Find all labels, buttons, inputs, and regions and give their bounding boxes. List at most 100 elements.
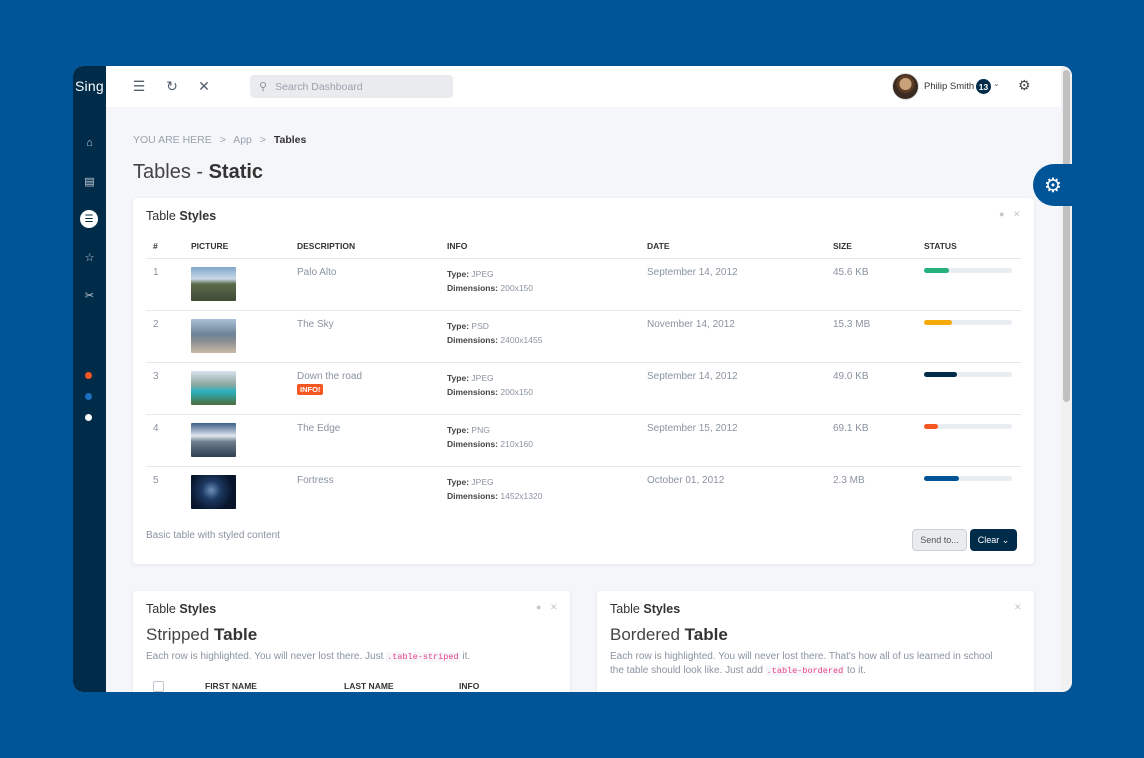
topbar: ☰ ↻ ✕ ⚲ Philip Smith 13 ⌄ ⚙ — [106, 66, 1061, 107]
scrollbar-thumb[interactable] — [1063, 70, 1070, 402]
subtitle-light: Stripped — [146, 625, 215, 644]
subtitle-bold: Table — [214, 625, 258, 644]
row-number: 4 — [146, 414, 184, 467]
notification-badge[interactable]: 13 — [976, 79, 991, 94]
user-name[interactable]: Philip Smith — [924, 81, 974, 92]
info-dimensions-label: Dimensions: — [447, 386, 499, 397]
card-title-light: Table — [146, 602, 180, 616]
column-header: PICTURE — [184, 234, 290, 259]
info-type-label: Type: — [447, 476, 470, 487]
table-row[interactable]: 5 Fortress Type: JPEG Dimensions: 1452x1… — [146, 466, 1021, 518]
picture-thumbnail[interactable] — [191, 370, 236, 405]
refresh-icon[interactable]: ↻ — [163, 78, 181, 95]
column-header: STATUS — [917, 234, 1021, 259]
scrollbar[interactable] — [1061, 66, 1072, 692]
search-box[interactable]: ⚲ — [250, 75, 453, 98]
tools-icon[interactable]: ✂ — [81, 287, 98, 304]
column-header: # — [146, 234, 184, 259]
clear-button-label: Clear — [977, 535, 1000, 545]
code-snippet: .table-striped — [386, 652, 460, 662]
size: 69.1 KB — [826, 414, 917, 467]
status-progress-fill — [924, 319, 953, 325]
avatar[interactable] — [892, 73, 919, 100]
table-styles-card: Table Styles ● ✕ # PICTURE DESCRIPTION I… — [133, 198, 1034, 564]
info-dimensions-value: 2400x1455 — [500, 334, 543, 345]
collapse-icon[interactable]: ● — [999, 209, 1004, 219]
info-type-value: JPEG — [471, 268, 494, 279]
send-to-button[interactable]: Send to... — [912, 529, 967, 551]
date: November 14, 2012 — [640, 310, 826, 363]
home-icon[interactable]: ⌂ — [81, 134, 98, 151]
description: The Sky — [290, 310, 440, 363]
picture-thumbnail[interactable] — [191, 266, 236, 301]
info-cell: Type: JPEG Dimensions: 1452x1320 — [440, 466, 640, 518]
page-title-light: Tables - — [133, 161, 209, 183]
info-dimensions-value: 210x160 — [500, 438, 534, 449]
picture-cell — [184, 414, 290, 467]
menu-icon[interactable]: ☰ — [130, 78, 148, 95]
label-dot-blue[interactable] — [85, 393, 92, 400]
close-icon[interactable]: ✕ — [1014, 602, 1022, 613]
clear-button[interactable]: Clear ⌄ — [970, 529, 1017, 551]
info-dimensions-value: 200x150 — [500, 282, 534, 293]
table-row[interactable]: 1 Palo Alto Type: JPEG Dimensions: 200x1… — [146, 258, 1021, 311]
collapse-icon[interactable]: ● — [536, 602, 541, 612]
info-dimensions-label: Dimensions: — [447, 334, 499, 345]
info-type: Type: JPEG — [447, 371, 640, 385]
status-progress-fill — [924, 475, 960, 481]
close-icon[interactable]: ✕ — [1013, 209, 1021, 220]
striped-table-title: Stripped Table — [146, 625, 257, 645]
striped-table-description: Each row is highlighted. You will never … — [146, 650, 470, 664]
document-icon[interactable]: ▤ — [81, 173, 98, 190]
description-text: the table should look like. Just add — [610, 665, 766, 676]
info-type: Type: PNG — [447, 423, 640, 437]
bordered-table-card: Table Styles ✕ Bordered Table Each row i… — [597, 591, 1034, 692]
chevron-down-icon[interactable]: ⌄ — [993, 79, 1000, 88]
label-dot-orange[interactable] — [85, 372, 92, 379]
close-icon[interactable]: ✕ — [550, 602, 558, 613]
search-icon: ⚲ — [259, 81, 268, 93]
size: 2.3 MB — [833, 474, 865, 486]
date: September 15, 2012 — [640, 414, 826, 467]
tables-icon[interactable]: ☰ — [80, 210, 98, 228]
gear-icon[interactable]: ⚙ — [1018, 77, 1031, 94]
info-dimensions-value: 1452x1320 — [500, 490, 543, 501]
card-title-light: Table — [146, 209, 180, 223]
breadcrumb-item-app[interactable]: App — [233, 134, 252, 146]
star-icon[interactable]: ☆ — [81, 249, 98, 266]
theme-settings-icon[interactable]: ⚙ — [1033, 164, 1072, 206]
info-dimensions: Dimensions: 1452x1320 — [447, 489, 640, 503]
card-title: Table Styles — [610, 602, 680, 616]
table-caption: Basic table with styled content — [146, 530, 280, 541]
label-dot-white[interactable] — [85, 414, 92, 421]
picture-thumbnail[interactable] — [191, 474, 236, 509]
picture-thumbnail[interactable] — [191, 318, 236, 353]
sidebar: Sing ⌂ ▤ ☰ ☆ ✂ — [73, 66, 106, 692]
card-title-light: Table — [610, 602, 644, 616]
info-cell: Type: JPEG Dimensions: 200x150 — [440, 362, 640, 415]
description-cell: Down the road INFO! — [290, 362, 440, 415]
table-row[interactable]: 2 The Sky Type: PSD Dimensions: 2400x145… — [146, 310, 1021, 363]
close-icon[interactable]: ✕ — [195, 78, 213, 95]
description: The Edge — [290, 414, 440, 467]
table-row[interactable]: 3 Down the road INFO! Type: JPEG Dimensi… — [146, 362, 1021, 415]
picture-cell — [184, 310, 290, 363]
row-number: 1 — [146, 258, 184, 311]
size: 49.0 KB — [826, 362, 917, 415]
picture-cell — [184, 466, 290, 518]
info-type-value: PSD — [471, 320, 489, 331]
select-all-checkbox[interactable] — [153, 681, 164, 692]
status-progress-bar — [924, 371, 1012, 377]
info-cell: Type: JPEG Dimensions: 200x150 — [440, 258, 640, 311]
table-row[interactable]: 4 The Edge Type: PNG Dimensions: 210x160… — [146, 414, 1021, 467]
column-header: INFO — [440, 234, 640, 259]
info-cell: Type: PSD Dimensions: 2400x1455 — [440, 310, 640, 363]
card-title-bold: Styles — [179, 209, 217, 223]
info-dimensions-value: 200x150 — [500, 386, 534, 397]
search-input[interactable] — [275, 80, 436, 93]
size: 15.3 MB — [826, 310, 917, 363]
card-title: Table Styles — [146, 602, 216, 616]
status-cell — [917, 466, 1021, 518]
picture-thumbnail[interactable] — [191, 422, 236, 457]
app-logo[interactable]: Sing — [75, 78, 104, 94]
